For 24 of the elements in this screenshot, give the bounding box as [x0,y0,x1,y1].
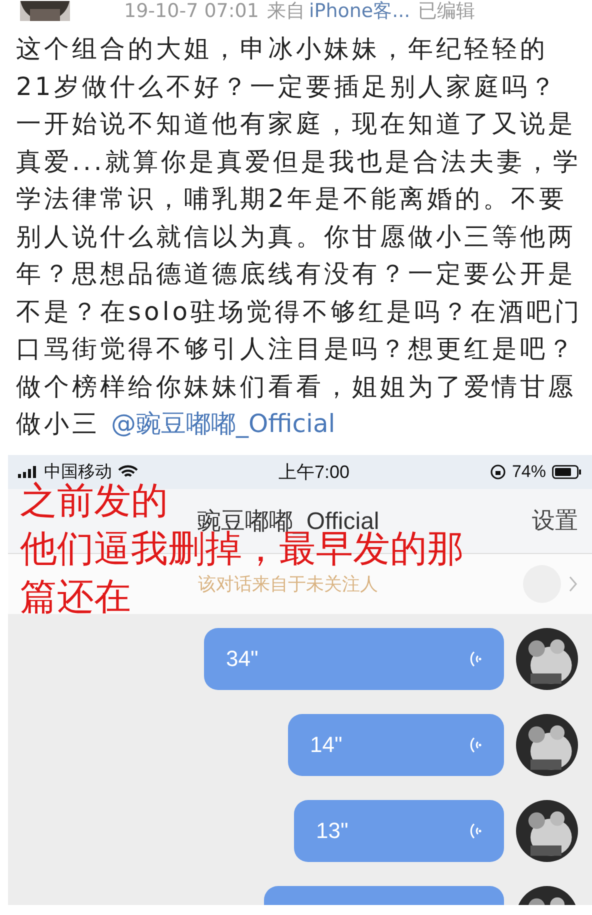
voice-message-bubble[interactable]: 13" [294,800,504,862]
annotation-text: 篇还在 [20,574,131,618]
edited-label: 已编辑 [418,0,476,22]
battery-icon [552,464,582,478]
post-text: 这个组合的大姐，申冰小妹妹，年纪轻轻的21岁做什么不好？一定要插足别人家庭吗？一开始说不知道他有家庭，现在知道了又说是真爱...就算你是真爱但是我也是合法夫妻，学学法律常识，哺乳期2年是不能离婚的。不要别人说什么就信以为真。你甘愿做小三等他两年？思想品德道德底线有没有？一定要公开是不是？在solo驻场觉得不够红是吗？在酒吧门口骂街觉得不够引人注目是吗？想更红是吧？做个榜样给你妹妹们看看，姐姐为了爱情甘愿做小三 @豌豆嘟嘟_Official [15,33,584,440]
battery-percent: 74% [512,462,546,482]
source-link[interactable]: iPhone客... [308,0,410,22]
settings-link[interactable]: 设置 [532,505,578,536]
voice-wave-icon [468,734,482,754]
chevron-icon [568,574,578,592]
source-label: 来自 [266,0,305,22]
voice-message-bubble[interactable]: 14" [288,714,504,776]
wifi-icon [118,464,138,478]
voice-wave-icon [468,820,482,840]
mention-link[interactable]: @豌豆嘟嘟_Official [110,409,336,438]
notice-text: 该对话来自于未关注人 [198,572,378,596]
voice-wave-icon [468,648,482,668]
status-time: 上午7:00 [278,460,350,484]
voice-message-bubble[interactable]: 34" [204,628,504,690]
rotation-lock-icon [490,464,506,480]
signal-icon [18,466,38,478]
carrier-name: 中国移动 [44,461,112,482]
annotation-text: 之前发的 [20,480,168,522]
post-time: 19-10-7 07:01 [124,0,259,22]
